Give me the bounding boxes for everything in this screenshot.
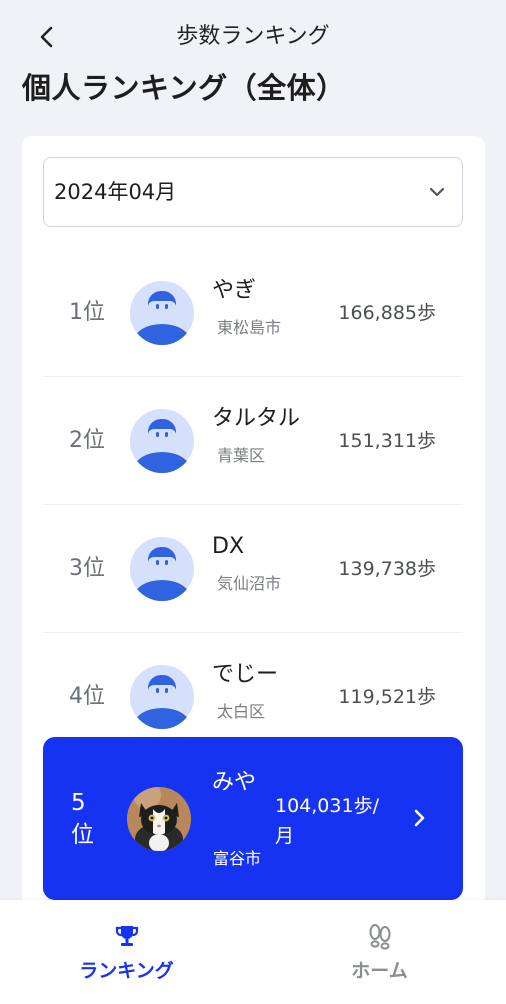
tab-ranking-label: ランキング — [79, 960, 174, 982]
header-title: 歩数ランキング — [176, 24, 330, 49]
footprints-icon — [369, 924, 390, 950]
rank-position: 1位 — [69, 300, 105, 325]
my-user-city: 富谷市 — [213, 849, 262, 868]
cat-photo-avatar — [127, 787, 191, 851]
my-ranking-row[interactable]: 5位 みや 104,031歩/月 富谷市 — [43, 737, 463, 900]
user-name: でじー — [212, 662, 279, 687]
avatar — [130, 281, 194, 345]
user-name: やぎ — [212, 278, 257, 303]
user-steps: 151,311歩 — [338, 430, 436, 452]
default-user-icon — [130, 281, 194, 345]
default-user-icon — [130, 537, 194, 601]
tab-home[interactable]: ホーム — [253, 900, 506, 1004]
avatar — [130, 537, 194, 601]
user-city: 青葉区 — [217, 446, 266, 465]
my-user-name: みや — [212, 770, 257, 795]
tab-home-label: ホーム — [351, 960, 408, 982]
page-title: 個人ランキング（全体） — [22, 71, 346, 105]
ranking-row[interactable]: 2位 タルタル 青葉区 151,311歩 — [43, 377, 463, 505]
user-steps: 139,738歩 — [338, 558, 436, 580]
trophy-icon — [115, 926, 138, 946]
month-select-value: 2024年04月 — [54, 180, 177, 204]
bottom-tab-bar: ランキング ホーム — [0, 900, 506, 1004]
avatar — [130, 409, 194, 473]
my-rank-position: 5位 — [71, 790, 94, 848]
default-user-icon — [130, 665, 194, 729]
ranking-row[interactable]: 1位 やぎ 東松島市 166,885歩 — [43, 249, 463, 377]
default-user-icon — [130, 409, 194, 473]
my-user-steps: 104,031歩/月 — [275, 795, 379, 847]
ranking-row[interactable]: 3位 DX 気仙沼市 139,738歩 — [43, 505, 463, 633]
month-select[interactable]: 2024年04月 — [43, 157, 463, 227]
user-city: 気仙沼市 — [217, 574, 282, 593]
user-name: DX — [212, 534, 245, 559]
tab-ranking[interactable]: ランキング — [0, 900, 253, 1004]
avatar — [130, 665, 194, 729]
rank-position: 3位 — [69, 556, 105, 581]
user-city: 太白区 — [217, 702, 266, 721]
rank-position: 2位 — [69, 428, 105, 453]
my-avatar — [127, 787, 191, 851]
user-name: タルタル — [212, 406, 301, 431]
user-steps: 166,885歩 — [338, 302, 436, 324]
user-city: 東松島市 — [217, 318, 282, 337]
chevron-down-icon — [429, 187, 445, 197]
chevron-right-icon — [414, 809, 425, 827]
